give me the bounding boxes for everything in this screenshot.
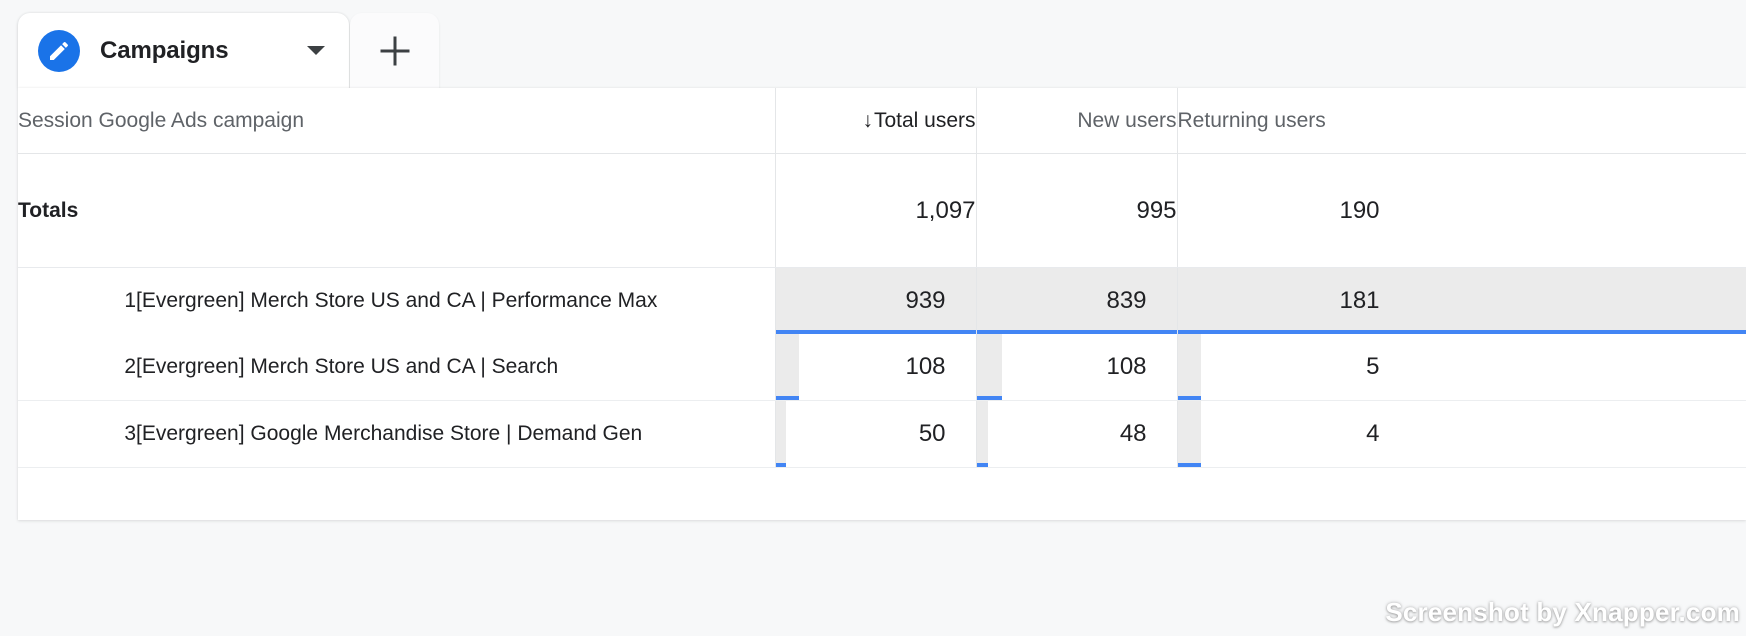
campaigns-table: Session Google Ads campaign ↓Total users…: [18, 88, 1746, 468]
metric-bar: [775, 334, 799, 400]
row-total-users-value: 939: [905, 287, 946, 314]
row-returning-users: 4: [1176, 400, 1746, 468]
totals-label: Totals: [18, 153, 776, 268]
row-dimension[interactable]: [Evergreen] Merch Store US and CA | Sear…: [136, 334, 776, 401]
totals-returning-users-value: 190: [1339, 196, 1380, 224]
row-total-users: 939: [774, 267, 977, 334]
report-tab-strip: Campaigns: [0, 0, 1746, 88]
row-total-users: 50: [774, 400, 977, 468]
totals-total-users: 1,097: [774, 153, 977, 268]
row-returning-users: 181: [1176, 267, 1746, 334]
table-header: Session Google Ads campaign ↓Total users…: [18, 88, 1746, 154]
xnapper-watermark: Screenshot by Xnapper.com: [1385, 597, 1740, 627]
table-row[interactable]: 1 [Evergreen] Merch Store US and CA | Pe…: [18, 267, 1746, 334]
row-returning-users-value: 181: [1339, 287, 1380, 314]
plus-icon: [375, 31, 415, 71]
column-header-total-users[interactable]: ↓Total users: [774, 88, 977, 154]
row-new-users-value: 108: [1106, 353, 1147, 380]
column-header-total-users-label: Total users: [873, 108, 976, 132]
totals-returning-users: 190: [1176, 153, 1746, 268]
column-header-new-users[interactable]: New users: [975, 88, 1178, 154]
metric-bar: [775, 401, 787, 467]
row-new-users: 839: [975, 267, 1178, 334]
metric-bar: [775, 268, 976, 334]
column-header-dimension[interactable]: Session Google Ads campaign: [18, 88, 776, 154]
add-tab-button[interactable]: [350, 13, 439, 88]
row-new-users-value: 839: [1106, 287, 1147, 314]
row-returning-users-value: 4: [1366, 420, 1380, 447]
row-new-users-value: 48: [1119, 420, 1147, 447]
row-returning-users-value: 5: [1366, 353, 1380, 380]
metric-bar: [976, 334, 1003, 400]
totals-row: Totals 1,097 995 190: [18, 153, 1746, 268]
column-header-returning-users[interactable]: Returning users: [1176, 88, 1746, 154]
metric-bar: [976, 401, 988, 467]
totals-new-users: 995: [975, 153, 1178, 268]
chevron-down-icon[interactable]: [303, 38, 329, 64]
table-row[interactable]: 3 [Evergreen] Google Merchandise Store |…: [18, 400, 1746, 468]
tab-campaigns[interactable]: Campaigns: [18, 13, 349, 88]
row-total-users-value: 50: [918, 420, 946, 447]
sort-descending-icon: ↓: [862, 108, 873, 132]
tab-campaigns-label: Campaigns: [100, 36, 229, 64]
table-body: Totals 1,097 995 190 1 [Evergreen] Merch…: [18, 153, 1746, 468]
row-new-users: 108: [975, 334, 1178, 401]
row-dimension[interactable]: [Evergreen] Merch Store US and CA | Perf…: [136, 267, 776, 334]
row-index: 2: [18, 334, 136, 401]
row-dimension[interactable]: [Evergreen] Google Merchandise Store | D…: [136, 400, 776, 468]
row-total-users: 108: [774, 334, 977, 401]
metric-bar: [976, 268, 1177, 334]
table-row[interactable]: 2 [Evergreen] Merch Store US and CA | Se…: [18, 334, 1746, 401]
row-index: 1: [18, 267, 136, 334]
pencil-icon: [38, 29, 80, 72]
report-table-card: Session Google Ads campaign ↓Total users…: [18, 88, 1746, 520]
table-header-row: Session Google Ads campaign ↓Total users…: [18, 88, 1746, 154]
row-total-users-value: 108: [905, 353, 946, 380]
row-index: 3: [18, 400, 136, 468]
row-new-users: 48: [975, 400, 1178, 468]
row-returning-users: 5: [1176, 334, 1746, 401]
